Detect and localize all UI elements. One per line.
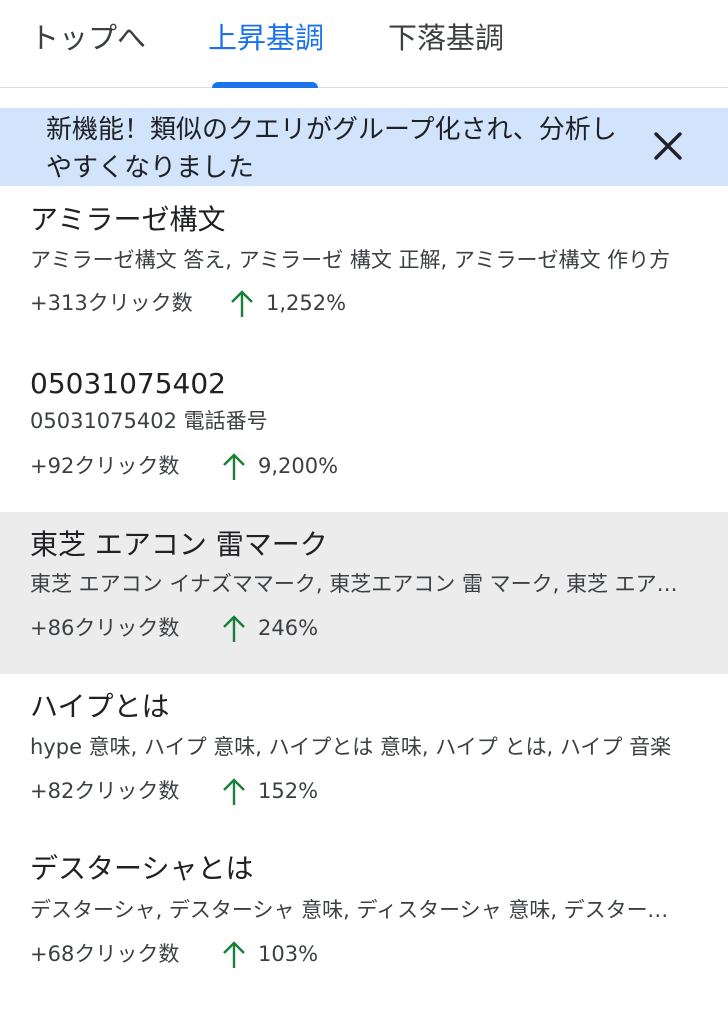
arrow-up-icon — [223, 778, 245, 805]
arrow-up-icon — [223, 453, 245, 480]
change-percent: 1,252% — [266, 291, 347, 315]
banner-message: 新機能！類似のクエリがグループ化され、分析しやすくなりました — [46, 115, 617, 183]
change-percent: 103% — [258, 942, 319, 966]
query-title: アミラーゼ構文 — [30, 203, 226, 236]
list-item[interactable]: アミラーゼ構文 アミラーゼ構文 答え, アミラーゼ 構文 正解, アミラーゼ構文… — [0, 187, 728, 349]
list-item[interactable]: デスターシャとは デスターシャ, デスターシャ 意味, ディスターシャ 意味, … — [0, 837, 728, 999]
query-title: デスターシャとは — [30, 852, 254, 885]
close-icon[interactable] — [648, 126, 688, 166]
arrow-up-icon — [223, 941, 245, 968]
active-tab-indicator — [212, 82, 318, 88]
click-count: +92クリック数 — [30, 454, 180, 478]
list-item[interactable]: 05031075402 05031075402 電話番号 +92クリック数 9,… — [0, 349, 728, 512]
query-title: ハイプとは — [30, 690, 170, 723]
related-queries: 東芝 エアコン イナズママーク, 東芝エアコン 雷 マーク, 東芝 エアコン 雷 — [30, 572, 686, 596]
click-count: +82クリック数 — [30, 779, 180, 803]
tab-falling[interactable]: 下落基調 — [388, 18, 504, 58]
list-item[interactable]: 東芝 エアコン 雷マーク 東芝 エアコン イナズママーク, 東芝エアコン 雷 マ… — [0, 512, 728, 674]
change-percent: 246% — [258, 616, 319, 640]
related-queries: hype 意味, ハイプ 意味, ハイプとは 意味, ハイプ とは, ハイプ 音… — [30, 735, 672, 759]
related-queries: デスターシャ, デスターシャ 意味, ディスターシャ 意味, デスターシャ とは — [30, 898, 686, 922]
tab-top[interactable]: トップへ — [30, 18, 146, 58]
click-count: +68クリック数 — [30, 942, 180, 966]
arrow-up-icon — [231, 290, 253, 317]
query-title: 東芝 エアコン 雷マーク — [30, 528, 328, 561]
click-count: +86クリック数 — [30, 616, 180, 640]
query-title: 05031075402 — [30, 367, 226, 400]
new-feature-banner: 新機能！類似のクエリがグループ化され、分析しやすくなりました — [0, 108, 728, 186]
tab-bar: トップへ 上昇基調 下落基調 — [0, 0, 728, 88]
change-percent: 9,200% — [258, 454, 339, 478]
arrow-up-icon — [223, 615, 245, 642]
click-count: +313クリック数 — [30, 291, 193, 315]
tab-rising[interactable]: 上昇基調 — [208, 18, 324, 58]
change-percent: 152% — [258, 779, 319, 803]
list-item[interactable]: ハイプとは hype 意味, ハイプ 意味, ハイプとは 意味, ハイプ とは,… — [0, 674, 728, 837]
related-queries: 05031075402 電話番号 — [30, 409, 268, 433]
related-queries: アミラーゼ構文 答え, アミラーゼ 構文 正解, アミラーゼ構文 作り方 — [30, 248, 671, 272]
